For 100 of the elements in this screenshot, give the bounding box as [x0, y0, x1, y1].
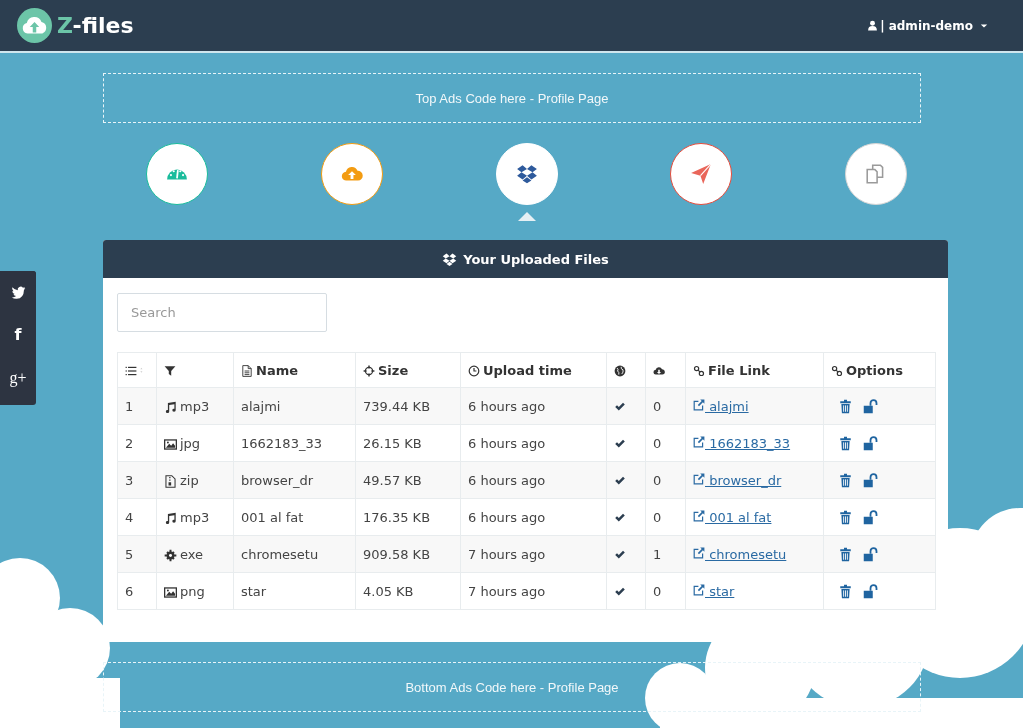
file-type: mp3	[180, 509, 210, 525]
download-count: 0	[653, 435, 662, 451]
column-header[interactable]	[606, 352, 646, 388]
unlock-icon	[863, 399, 878, 414]
file-name: 1662183_33	[241, 435, 322, 451]
unlock-button[interactable]	[863, 510, 878, 525]
external-link-icon	[693, 509, 705, 522]
trash-icon	[838, 473, 853, 488]
external-link-icon	[693, 546, 705, 559]
cloud-download-icon	[653, 365, 665, 377]
column-header[interactable]	[645, 352, 686, 388]
facebook-icon[interactable]: f	[14, 324, 22, 344]
column-header[interactable]: Name	[233, 352, 356, 388]
delete-button[interactable]	[838, 547, 853, 562]
link-icon	[693, 365, 705, 377]
file-type: mp3	[180, 398, 210, 414]
file-size: 739.44 KB	[363, 398, 431, 414]
external-link-icon	[693, 398, 705, 411]
external-link-icon	[693, 583, 705, 596]
zip-file-icon	[164, 474, 177, 488]
file-icon	[241, 365, 253, 377]
column-header[interactable]: Upload time	[460, 352, 607, 388]
unlock-icon	[863, 510, 878, 525]
delete-button[interactable]	[838, 584, 853, 599]
gear-icon	[164, 548, 177, 562]
column-label: File Link	[708, 362, 770, 378]
file-name: chromesetu	[241, 546, 319, 562]
caret-icon	[980, 21, 988, 30]
file-link[interactable]: alajmi	[693, 398, 749, 414]
file-type: exe	[180, 546, 204, 562]
upload-time: 6 hours ago	[468, 472, 546, 488]
clock-icon	[468, 365, 480, 377]
unlock-button[interactable]	[863, 473, 878, 488]
unlock-button[interactable]	[863, 584, 878, 599]
file-type: png	[180, 583, 205, 599]
globe-icon	[614, 365, 626, 377]
column-label: Size	[378, 362, 409, 378]
download-count: 0	[653, 509, 662, 525]
brand-logo[interactable]: Z-files	[17, 8, 134, 43]
unlock-icon	[863, 436, 878, 451]
brand-name: Z-files	[57, 13, 134, 38]
row-number: 4	[125, 509, 134, 525]
filter-icon	[164, 365, 176, 377]
row-number: 6	[125, 583, 134, 599]
dropbox-icon	[515, 163, 538, 185]
upload-time: 6 hours ago	[468, 435, 546, 451]
unlock-button[interactable]	[863, 547, 878, 562]
unlock-icon	[863, 584, 878, 599]
row-number: 1	[125, 398, 134, 414]
download-count: 1	[653, 546, 662, 562]
trash-icon	[838, 510, 853, 525]
download-count: 0	[653, 583, 662, 599]
column-header[interactable]: Options	[823, 352, 936, 388]
list-icon	[125, 365, 137, 377]
row-number: 2	[125, 435, 134, 451]
search-field[interactable]: Search	[117, 293, 327, 332]
upload-time: 6 hours ago	[468, 398, 546, 414]
delete-button[interactable]	[838, 510, 853, 525]
file-name: alajmi	[241, 398, 281, 414]
image-icon	[164, 585, 177, 599]
delete-button[interactable]	[838, 436, 853, 451]
unlock-button[interactable]	[863, 436, 878, 451]
trash-icon	[838, 399, 853, 414]
trash-icon	[838, 584, 853, 599]
crosshair-icon	[363, 365, 375, 377]
file-size: 26.15 KB	[363, 435, 422, 451]
file-name: 001 al fat	[241, 509, 304, 525]
delete-button[interactable]	[838, 473, 853, 488]
upload-time: 6 hours ago	[468, 509, 546, 525]
unlock-button[interactable]	[863, 399, 878, 414]
column-header[interactable]: Size	[355, 352, 461, 388]
column-header[interactable]: File Link	[685, 352, 824, 388]
trash-icon	[838, 547, 853, 562]
dropbox-icon	[442, 251, 458, 267]
external-link-icon	[693, 472, 705, 485]
row-number: 3	[125, 472, 134, 488]
file-type: jpg	[180, 435, 201, 451]
column-label: Name	[256, 362, 298, 378]
user-menu[interactable]: | admin-demo	[867, 18, 988, 33]
column-label: Options	[846, 362, 903, 378]
file-size: 909.58 KB	[363, 546, 431, 562]
column-label: Upload time	[483, 362, 572, 378]
google-plus-icon[interactable]: g+	[9, 368, 27, 387]
file-name: star	[241, 583, 267, 599]
cloud-upload-icon	[17, 8, 52, 43]
unlock-icon	[863, 547, 878, 562]
file-type: zip	[180, 472, 199, 488]
file-size: 4.05 KB	[363, 583, 414, 599]
upload-time: 7 hours ago	[468, 583, 546, 599]
download-count: 0	[653, 472, 662, 488]
user-icon	[867, 20, 879, 31]
file-link[interactable]: star	[693, 583, 735, 599]
delete-button[interactable]	[838, 399, 853, 414]
upload-time: 7 hours ago	[468, 546, 546, 562]
image-icon	[164, 437, 177, 451]
trash-icon	[838, 436, 853, 451]
ad-text: Bottom Ads Code here - Profile Page	[405, 679, 619, 695]
file-size: 49.57 KB	[363, 472, 422, 488]
twitter-icon[interactable]	[10, 284, 26, 300]
panel-title: Your Uploaded Files	[463, 251, 609, 267]
